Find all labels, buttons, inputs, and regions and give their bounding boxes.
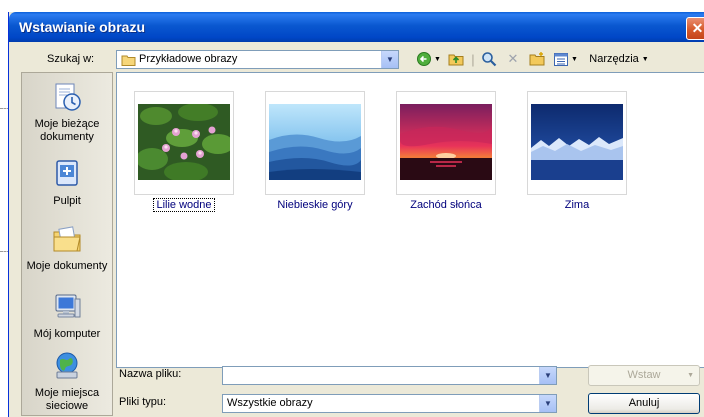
search-web-button[interactable]: [479, 50, 499, 68]
places-item-label: Mój komputer: [33, 328, 101, 340]
dialog-title: Wstawianie obrazu: [19, 19, 146, 35]
tools-menu-button[interactable]: Narzędzia ▼: [583, 50, 655, 68]
places-item-label: Moje miejsca sieciowe: [34, 387, 100, 412]
recent-documents-icon: [55, 83, 81, 111]
chevron-down-icon: ▼: [687, 372, 694, 379]
file-name-label[interactable]: Lilie wodne: [124, 198, 244, 212]
insert-button[interactable]: Wstaw ▼: [588, 365, 700, 386]
winter-image: [531, 104, 623, 180]
new-folder-button[interactable]: [527, 50, 547, 68]
file-name-label[interactable]: Niebieskie góry: [255, 199, 375, 211]
desktop-icon: [56, 160, 78, 186]
file-type-label: Pliki typu:: [119, 396, 167, 408]
file-type-value: Wszystkie obrazy: [227, 397, 313, 409]
look-in-dropdown[interactable]: Przykładowe obrazy ▼: [116, 50, 399, 69]
chevron-down-icon: ▼: [641, 55, 649, 63]
up-one-level-button[interactable]: [446, 50, 466, 68]
file-name-label[interactable]: Zima: [517, 199, 637, 211]
network-places-icon: [56, 352, 78, 379]
back-arrow-icon: [417, 52, 432, 66]
toolbar-separator: |: [471, 51, 475, 67]
file-type-dropdown[interactable]: Wszystkie obrazy ▼: [222, 394, 557, 413]
chevron-down-icon[interactable]: ▼: [539, 395, 556, 412]
chevron-down-icon: ▼: [571, 55, 578, 63]
views-icon: [554, 52, 569, 66]
places-item-network-places[interactable]: Moje miejsca sieciowe: [22, 350, 112, 413]
my-computer-icon: [55, 294, 81, 318]
places-item-my-computer[interactable]: Mój komputer: [22, 291, 112, 341]
folder-icon: [121, 55, 136, 66]
up-folder-icon: [448, 54, 464, 66]
sunset-image: [400, 104, 492, 180]
close-icon: ✕: [691, 20, 704, 36]
delete-icon: ✕: [507, 51, 519, 66]
chevron-down-icon[interactable]: ▼: [381, 51, 398, 68]
look-in-label: Szukaj w:: [47, 53, 95, 65]
places-bar: Moje bieżące dokumenty Pulpit Moje dokum…: [21, 72, 113, 416]
chevron-down-icon: ▼: [434, 55, 441, 63]
delete-button[interactable]: ✕: [503, 50, 523, 68]
file-name-label: Nazwa pliku:: [119, 368, 182, 380]
file-thumbnail[interactable]: [265, 91, 365, 195]
file-name-label[interactable]: Zachód słońca: [386, 199, 506, 211]
file-thumbnail[interactable]: [527, 91, 627, 195]
look-in-value: Przykładowe obrazy: [139, 53, 238, 65]
water-lilies-image: [138, 104, 230, 180]
places-item-label: Pulpit: [53, 195, 81, 207]
new-folder-icon: [529, 52, 545, 66]
file-list-view[interactable]: Lilie wodne Niebieskie góry Zachód słońc…: [116, 72, 704, 368]
my-documents-folder-icon: [53, 226, 81, 252]
title-bar[interactable]: Wstawianie obrazu ✕: [9, 12, 704, 42]
places-item-recent-documents[interactable]: Moje bieżące dokumenty: [22, 81, 112, 144]
places-item-label: Moje bieżące dokumenty: [34, 118, 100, 143]
close-button[interactable]: ✕: [686, 17, 704, 40]
search-icon: [482, 52, 497, 67]
blue-hills-image: [269, 104, 361, 180]
places-item-my-documents[interactable]: Moje dokumenty: [22, 223, 112, 273]
views-button[interactable]: ▼: [552, 50, 580, 68]
places-item-label: Moje dokumenty: [26, 260, 108, 272]
file-thumbnail[interactable]: [396, 91, 496, 195]
file-thumbnail[interactable]: [134, 91, 234, 195]
places-item-desktop[interactable]: Pulpit: [22, 158, 112, 208]
back-button[interactable]: ▼: [414, 50, 444, 68]
insert-picture-dialog: Wstawianie obrazu ✕ Szukaj w: Przykładow…: [8, 12, 704, 417]
file-name-input[interactable]: ▼: [222, 366, 557, 385]
tools-label: Narzędzia: [589, 53, 639, 65]
chevron-down-icon[interactable]: ▼: [539, 367, 556, 384]
cancel-button[interactable]: Anuluj: [588, 393, 700, 414]
